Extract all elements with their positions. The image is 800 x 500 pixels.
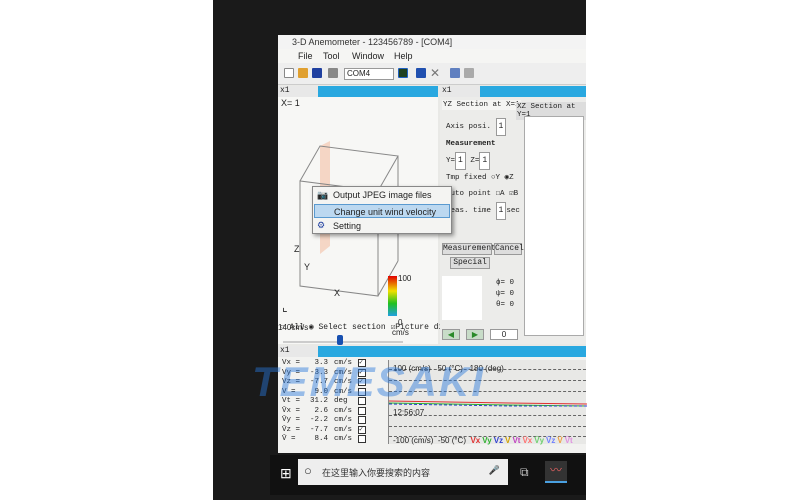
reading-checkbox[interactable] — [358, 406, 366, 415]
legend-item: V̄t — [564, 436, 573, 445]
reading-unit: cm/s — [334, 425, 353, 434]
y-input[interactable]: 1 — [455, 152, 466, 170]
reading-checkbox[interactable] — [358, 435, 366, 443]
right-panel-header: x1 — [440, 86, 586, 97]
check-a[interactable]: A — [500, 190, 505, 198]
radio-y[interactable]: Y — [496, 174, 501, 182]
connect-icon[interactable] — [398, 68, 408, 78]
cortana-icon: ○ — [304, 463, 312, 478]
z-input[interactable]: 1 — [479, 152, 491, 170]
reading-unit: cm/s — [334, 406, 353, 415]
watermark: TEMESAKI — [252, 358, 486, 405]
taskbar: ⊞ ○ 在这里输入你要搜索的内容 🎤 ⧉ 〰 — [270, 455, 586, 495]
export-icon[interactable] — [416, 68, 426, 78]
cancel-button[interactable]: Cancel — [494, 243, 524, 255]
windows-start-icon[interactable]: ⊞ — [280, 465, 292, 482]
axis-posi-input[interactable]: 1 — [495, 118, 507, 136]
port-select[interactable]: COM4 — [344, 68, 394, 80]
counter-field: 0 — [490, 329, 518, 340]
close-x-icon[interactable]: ✕ — [430, 66, 440, 80]
check-b[interactable]: B — [514, 190, 519, 198]
section-form: Axis posi. 1 Measurement Y= 1 Z= 1 Tmp fix… — [446, 118, 526, 220]
legend-item: Vt — [512, 436, 521, 445]
probe-orientation-view — [442, 276, 482, 320]
context-menu: 📷 Output JPEG image files Change unit wi… — [312, 186, 452, 234]
chart-time: 12:56:07 — [393, 408, 425, 417]
reading-value: 8.4 — [314, 435, 328, 443]
reading-name: V̄z = — [282, 425, 301, 434]
reading-name: V̄ = — [282, 435, 296, 443]
menu-help[interactable]: Help — [394, 51, 413, 61]
section-panel: x1 YZ Section at X=1 XZ Section at Y=1 A… — [440, 86, 586, 344]
slider-thumb[interactable] — [337, 335, 343, 345]
reading-name: V̄y = — [282, 416, 301, 424]
menu-bar: File Tool Window Help — [278, 49, 586, 63]
legend-item: Vx — [470, 436, 481, 445]
search-box[interactable]: ○ 在这里输入你要搜索的内容 🎤 — [298, 459, 508, 485]
section-plot-area — [524, 116, 584, 336]
color-legend-bar — [388, 276, 397, 316]
anemometer-app-icon[interactable]: 〰 — [545, 461, 567, 483]
gear-icon: ⚙ — [317, 220, 326, 230]
copy-icon[interactable] — [450, 68, 460, 78]
measurement-button[interactable]: Measurement — [442, 243, 496, 255]
legend-item: V̄z — [546, 436, 556, 445]
next-icon[interactable]: ▶ — [466, 329, 484, 340]
axis-z-label: Z — [294, 244, 300, 254]
camera-icon: 📷 — [317, 190, 329, 200]
menu-output-jpeg[interactable]: Output JPEG image files — [333, 188, 432, 202]
title-bar: 3-D Anemometer - 123456789 - [COM4] — [278, 35, 586, 49]
reading-unit: cm/s — [334, 416, 353, 424]
print-icon[interactable] — [328, 68, 338, 78]
picture-checkbox[interactable]: Picture di — [395, 323, 443, 332]
left-panel-header: x1 — [278, 86, 438, 97]
legend-item: V̄x — [522, 436, 533, 445]
task-view-icon[interactable]: ⧉ — [520, 465, 529, 480]
reading-checkbox[interactable]: ✓ — [358, 425, 366, 434]
legend-item: Vz — [493, 436, 504, 445]
reading-unit: cm/s — [334, 435, 353, 443]
chart-bottom-labels: -100 (cm/s) -50 (°C) Vx Vy Vz V Vt V̄x V̄y V̄z V… — [393, 436, 573, 445]
axis-y-label: Y — [304, 262, 311, 272]
microphone-icon[interactable]: 🎤 — [489, 465, 500, 476]
radio-select-section[interactable]: Select section — [318, 323, 385, 332]
reading-value: -2.2 — [309, 416, 328, 424]
tab-yz-section[interactable]: YZ Section at X=1 — [442, 100, 521, 110]
radio-z[interactable]: Z — [509, 174, 514, 182]
legend-item: Vy — [482, 436, 492, 445]
reading-name: V̄x = — [282, 406, 301, 415]
reading-checkbox[interactable] — [358, 416, 366, 424]
section-slider[interactable] — [283, 335, 403, 345]
toolbar: COM4 ✕ — [278, 63, 586, 85]
legend-max: 100 — [398, 274, 412, 283]
view-options: ○ All ◉ Select section ☑Picture di — [280, 323, 444, 332]
right-selector[interactable]: x1 — [440, 86, 480, 97]
save-icon[interactable] — [312, 68, 322, 78]
reading-value: 2.6 — [314, 406, 328, 415]
menu-setting[interactable]: Setting — [333, 219, 361, 233]
bottom-panel-header: x1 — [278, 346, 586, 357]
angles: ϕ= 0 ψ= 0 θ= 0 — [496, 279, 515, 309]
measurement-group-label: Measurement — [446, 140, 496, 148]
menu-window[interactable]: Window — [352, 51, 384, 61]
axis-x-label: X — [334, 288, 341, 298]
legend-item: V — [505, 436, 511, 445]
reading-value: -7.7 — [309, 425, 328, 434]
special-button[interactable]: Special — [450, 257, 490, 269]
new-icon[interactable] — [284, 68, 294, 78]
paste-icon[interactable] — [464, 68, 474, 78]
meas-time-input[interactable]: 1 — [495, 202, 507, 220]
legend-item: V̄y — [534, 436, 545, 445]
x-position-label: X= 1 — [281, 98, 300, 108]
axis-triad-icon: ⌞ — [282, 300, 288, 314]
left-selector[interactable]: x1 — [278, 86, 318, 97]
menu-file[interactable]: File — [298, 51, 313, 61]
bottom-selector[interactable]: x1 — [278, 346, 318, 357]
legend-item: V̄ — [557, 436, 563, 445]
open-icon[interactable] — [298, 68, 308, 78]
menu-tool[interactable]: Tool — [323, 51, 340, 61]
prev-icon[interactable]: ◀ — [442, 329, 460, 340]
menu-change-unit[interactable]: Change unit wind velocity — [314, 204, 450, 218]
radio-all[interactable]: All — [290, 323, 304, 332]
